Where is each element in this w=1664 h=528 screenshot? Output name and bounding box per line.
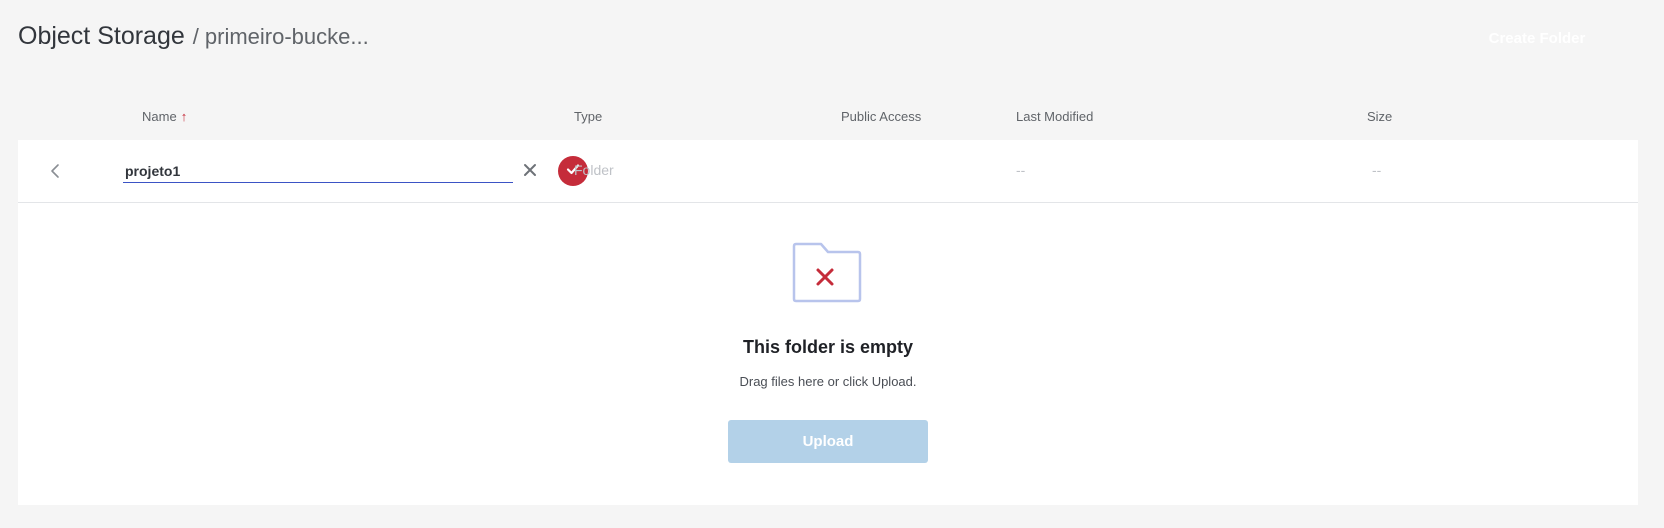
column-header-type[interactable]: Type bbox=[574, 109, 602, 124]
empty-state-subtitle: Drag files here or click Upload. bbox=[739, 374, 917, 389]
column-header-size[interactable]: Size bbox=[1367, 109, 1392, 124]
column-header-name-label: Name bbox=[142, 109, 177, 124]
column-header-public-access[interactable]: Public Access bbox=[841, 109, 921, 124]
upload-button[interactable]: Upload bbox=[728, 420, 928, 463]
file-list-panel: Folder -- -- This folder is empty Drag f… bbox=[18, 140, 1638, 505]
column-header-last-modified[interactable]: Last Modified bbox=[1016, 109, 1093, 124]
folder-name-input[interactable] bbox=[123, 160, 513, 183]
empty-state-title: This folder is empty bbox=[742, 337, 914, 357]
new-folder-row: Folder -- -- bbox=[18, 140, 1638, 203]
chevron-left-icon[interactable] bbox=[48, 162, 64, 180]
column-header-name[interactable]: Name ↑ bbox=[142, 109, 187, 124]
close-icon[interactable] bbox=[522, 162, 538, 178]
page-header: Object Storage / primeiro-bucke... bbox=[18, 22, 369, 51]
breadcrumb-bucket[interactable]: primeiro-bucke... bbox=[205, 24, 369, 50]
empty-folder-icon bbox=[791, 242, 863, 304]
create-folder-button[interactable]: Create Folder bbox=[1436, 20, 1638, 56]
row-size: -- bbox=[1372, 162, 1382, 178]
row-last-modified: -- bbox=[1016, 162, 1026, 178]
row-type: Folder bbox=[574, 162, 614, 178]
breadcrumb-separator: / bbox=[192, 24, 199, 49]
sort-up-icon: ↑ bbox=[180, 109, 188, 124]
page-title: Object Storage bbox=[18, 22, 185, 50]
